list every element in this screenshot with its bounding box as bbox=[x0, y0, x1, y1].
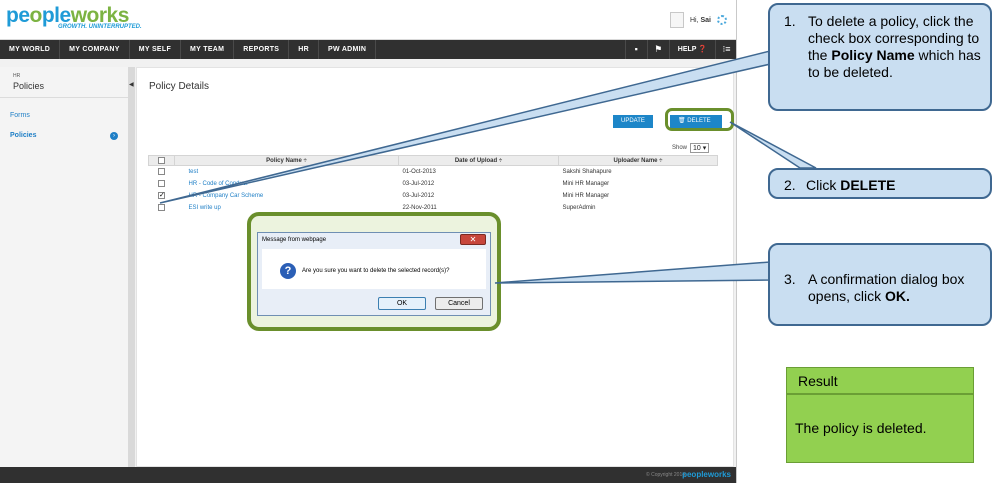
callout-2-number: 2. bbox=[784, 177, 796, 193]
callout-3-text: A confirmation dialog box opens, click O… bbox=[808, 271, 988, 305]
callout-2-pointer bbox=[729, 121, 817, 169]
callout-3-pointer bbox=[494, 261, 771, 284]
callout-step-1: 1. To delete a policy, click the check b… bbox=[768, 3, 992, 111]
callout-3-number: 3. bbox=[784, 271, 796, 287]
result-text: The policy is deleted. bbox=[786, 394, 974, 463]
callout-2-pre: Click bbox=[806, 177, 837, 193]
callout-1-number: 1. bbox=[784, 13, 796, 29]
callout-1-pointer bbox=[159, 49, 790, 204]
callout-1-text: To delete a policy, click the check box … bbox=[808, 13, 986, 81]
callout-2-bold: DELETE bbox=[840, 177, 896, 193]
callout-2-text: Click DELETE bbox=[806, 177, 895, 194]
callout-step-2: 2. Click DELETE bbox=[768, 168, 992, 199]
callout-1-bold: Policy Name bbox=[831, 47, 915, 63]
callout-3-bold: OK. bbox=[885, 288, 910, 304]
result-heading: Result bbox=[786, 367, 974, 394]
callout-step-3: 3. A confirmation dialog box opens, clic… bbox=[768, 243, 992, 326]
